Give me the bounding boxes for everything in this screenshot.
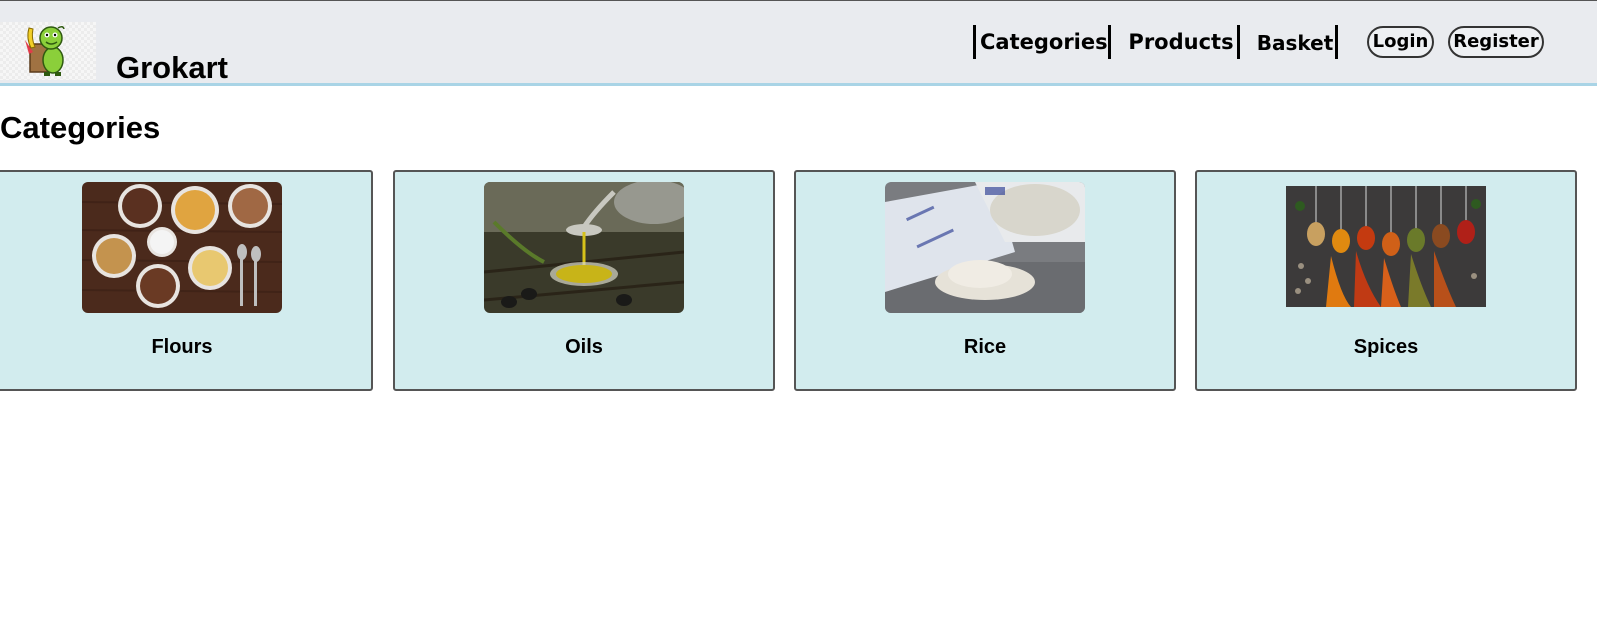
mascot-logo-icon bbox=[0, 22, 96, 80]
nav-separator bbox=[973, 25, 976, 59]
nav-products-link[interactable]: Products bbox=[1126, 25, 1236, 59]
category-card-spices[interactable]: Spices bbox=[1195, 170, 1577, 391]
register-button[interactable]: Register bbox=[1448, 26, 1544, 58]
spice-spoons-image bbox=[1286, 186, 1486, 307]
nav-separator bbox=[1108, 25, 1111, 59]
login-button[interactable]: Login bbox=[1367, 26, 1434, 58]
olive-oil-image bbox=[484, 182, 684, 313]
nav-separator bbox=[1237, 25, 1240, 59]
category-card-oils[interactable]: Oils bbox=[393, 170, 775, 391]
brand-name[interactable]: Grokart bbox=[116, 51, 228, 85]
site-header: Grokart Categories Products Basket Login… bbox=[0, 0, 1597, 86]
category-label: Spices bbox=[1353, 336, 1419, 358]
nav-basket-link[interactable]: Basket bbox=[1254, 26, 1336, 60]
nav-separator bbox=[1335, 25, 1338, 59]
salt-bag-image bbox=[885, 182, 1085, 313]
category-card-flours[interactable]: Flours bbox=[0, 170, 373, 391]
page-title: Categories bbox=[0, 110, 161, 145]
category-image bbox=[885, 182, 1085, 313]
category-label: Flours bbox=[151, 336, 213, 358]
cereal-bowls-image bbox=[82, 182, 282, 313]
category-label: Oils bbox=[565, 336, 603, 358]
category-label: Rice bbox=[963, 336, 1007, 358]
category-card-rice[interactable]: Rice bbox=[794, 170, 1176, 391]
category-image bbox=[484, 182, 684, 313]
category-image bbox=[1286, 186, 1486, 307]
nav-categories-link[interactable]: Categories bbox=[980, 25, 1108, 59]
category-image bbox=[82, 182, 282, 313]
logo[interactable] bbox=[0, 22, 96, 80]
